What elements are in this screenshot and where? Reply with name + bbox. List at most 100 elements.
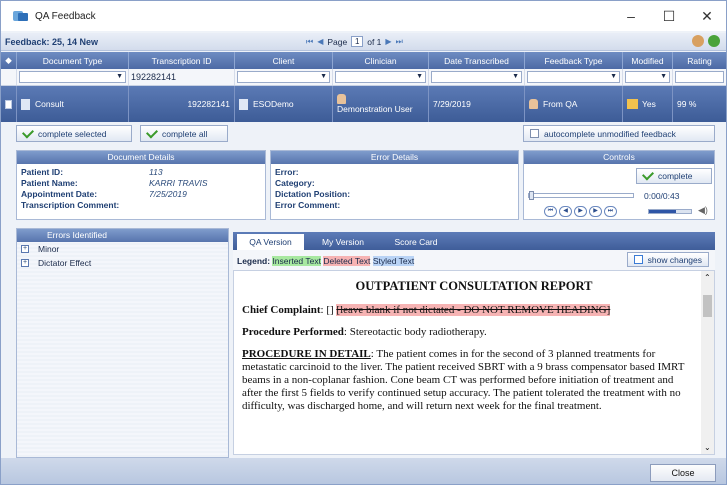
legend-deleted: Deleted Text xyxy=(323,256,371,266)
toolbar-icons xyxy=(692,35,720,47)
client-filter[interactable]: ▼ xyxy=(237,71,330,83)
pd-label: PROCEDURE IN DETAIL xyxy=(242,348,371,360)
list-item[interactable]: + Minor xyxy=(17,242,228,256)
check-icon xyxy=(641,168,655,181)
legend: Legend: Inserted Text Deleted Text Style… xyxy=(233,250,715,270)
complete-all-button[interactable]: complete all xyxy=(140,125,228,142)
autocomplete-checkbox[interactable]: autocomplete unmodified feedback xyxy=(523,125,715,142)
rating-filter[interactable] xyxy=(675,71,724,83)
playback-thumb[interactable] xyxy=(529,191,534,200)
qa-user-icon xyxy=(529,99,538,109)
document-type-filter[interactable]: ▼ xyxy=(19,71,126,83)
scroll-up-icon[interactable]: ⌃ xyxy=(704,273,711,282)
list-item[interactable]: + Dictator Effect xyxy=(17,256,228,270)
pager: ⏮ ◀ Page 1 of 1 ▶ ⏭ xyxy=(306,36,403,47)
cc-deleted: [leave blank if not dictated - DO NOT RE… xyxy=(336,304,611,316)
pp-label: Procedure Performed xyxy=(242,326,344,338)
client-icon xyxy=(239,98,248,110)
tools-icon[interactable] xyxy=(692,35,704,47)
tab-qa-version[interactable]: QA Version xyxy=(237,234,304,250)
check-icon xyxy=(21,125,35,139)
volume-fill xyxy=(649,210,677,213)
chevron-down-icon: ▼ xyxy=(116,73,123,80)
complete-all-label: complete all xyxy=(162,128,208,139)
col-rating[interactable]: Rating xyxy=(673,52,726,69)
forward-icon[interactable]: ▶ xyxy=(589,206,602,217)
expand-all-icon[interactable]: ◆ xyxy=(1,52,17,69)
complete-selected-label: complete selected xyxy=(38,128,107,139)
play-icon[interactable]: ▶ xyxy=(574,206,587,217)
category-label: Category: xyxy=(275,178,315,188)
qa-feedback-window: QA Feedback – ☐ ✕ Feedback: 25, 14 New ⏮… xyxy=(0,0,727,485)
complete-button[interactable]: complete xyxy=(636,168,712,184)
chevron-down-icon: ▼ xyxy=(660,73,667,80)
page-label: Page xyxy=(327,36,348,47)
col-clinician[interactable]: Clinician xyxy=(333,52,429,69)
scroll-down-icon[interactable]: ⌄ xyxy=(704,443,711,452)
close-window-button[interactable]: ✕ xyxy=(688,1,726,31)
volume-slider[interactable] xyxy=(648,209,692,214)
grid-filter-row: ▼ 192282141 ▼ ▼ ▼ ▼ ▼ xyxy=(1,69,726,86)
controls-title: Controls xyxy=(524,151,714,164)
col-feedback-type[interactable]: Feedback Type xyxy=(525,52,623,69)
refresh-icon[interactable] xyxy=(708,35,720,47)
patient-id-label: Patient ID: xyxy=(21,167,64,177)
date-filter[interactable]: ▼ xyxy=(431,71,522,83)
checked-icon xyxy=(633,255,643,264)
transcription-id-filter[interactable]: 192282141 xyxy=(131,72,176,82)
error-minor: Minor xyxy=(38,244,60,254)
clinician-filter[interactable]: ▼ xyxy=(335,71,426,83)
expand-icon[interactable]: + xyxy=(21,259,29,267)
error-label: Error: xyxy=(275,167,299,177)
modified-filter[interactable]: ▼ xyxy=(625,71,670,83)
rewind-icon[interactable]: ⏮ xyxy=(544,206,557,217)
edit-icon xyxy=(627,99,638,109)
check-icon xyxy=(145,125,159,139)
speaker-icon[interactable]: ◀) xyxy=(698,205,708,216)
close-button[interactable]: Close xyxy=(650,464,716,482)
window-controls: – ☐ ✕ xyxy=(612,1,726,31)
row-modified: Yes xyxy=(642,99,656,109)
row-document-type: Consult xyxy=(35,99,64,109)
user-icon xyxy=(337,94,346,104)
row-clinician: Demonstration User xyxy=(337,104,413,114)
show-changes-label: show changes xyxy=(647,254,702,265)
row-client: ESODemo xyxy=(253,99,294,109)
document-icon xyxy=(21,98,30,110)
maximize-button[interactable]: ☐ xyxy=(650,1,688,31)
checkbox-icon xyxy=(530,129,539,138)
feedback-type-filter[interactable]: ▼ xyxy=(527,71,620,83)
row-feedback-type: From QA xyxy=(543,99,578,109)
col-date-transcribed[interactable]: Date Transcribed xyxy=(429,52,525,69)
prev-page-icon[interactable]: ◀ xyxy=(317,37,323,46)
page-of: of 1 xyxy=(367,36,382,47)
page-input[interactable]: 1 xyxy=(351,36,364,47)
tab-score-card[interactable]: Score Card xyxy=(382,234,450,250)
last-page-icon[interactable]: ⏭ xyxy=(396,37,403,47)
back-icon[interactable]: ◀ xyxy=(559,206,572,217)
action-buttons: complete selected complete all autocompl… xyxy=(1,122,726,144)
cc-text: : [] xyxy=(320,304,337,316)
playback-slider[interactable] xyxy=(528,191,634,200)
patient-id-value: 113 xyxy=(149,167,163,177)
next-page-icon[interactable]: ▶ xyxy=(385,37,391,46)
dictation-position-label: Dictation Position: xyxy=(275,189,351,199)
col-modified[interactable]: Modified xyxy=(623,52,673,69)
complete-selected-button[interactable]: complete selected xyxy=(16,125,132,142)
scroll-thumb[interactable] xyxy=(703,295,712,317)
report-scrollbar[interactable]: ⌃ ⌄ xyxy=(701,271,714,454)
expand-icon[interactable]: + xyxy=(21,245,29,253)
legend-styled: Styled Text xyxy=(372,256,415,266)
table-row[interactable]: Consult 192282141 ESODemo Demonstration … xyxy=(1,86,726,122)
show-changes-checkbox[interactable]: show changes xyxy=(626,252,709,267)
col-client[interactable]: Client xyxy=(235,52,333,69)
tab-my-version[interactable]: My Version xyxy=(310,234,376,250)
minimize-button[interactable]: – xyxy=(612,1,650,31)
col-document-type[interactable]: Document Type xyxy=(17,52,129,69)
legend-inserted: Inserted Text xyxy=(272,256,321,266)
row-checkbox[interactable] xyxy=(5,99,12,109)
report-viewer[interactable]: OUTPATIENT CONSULTATION REPORT Chief Com… xyxy=(233,270,715,455)
first-page-icon[interactable]: ⏮ xyxy=(306,37,313,47)
fast-forward-icon[interactable]: ⏭ xyxy=(604,206,617,217)
col-transcription-id[interactable]: Transcription ID xyxy=(129,52,235,69)
